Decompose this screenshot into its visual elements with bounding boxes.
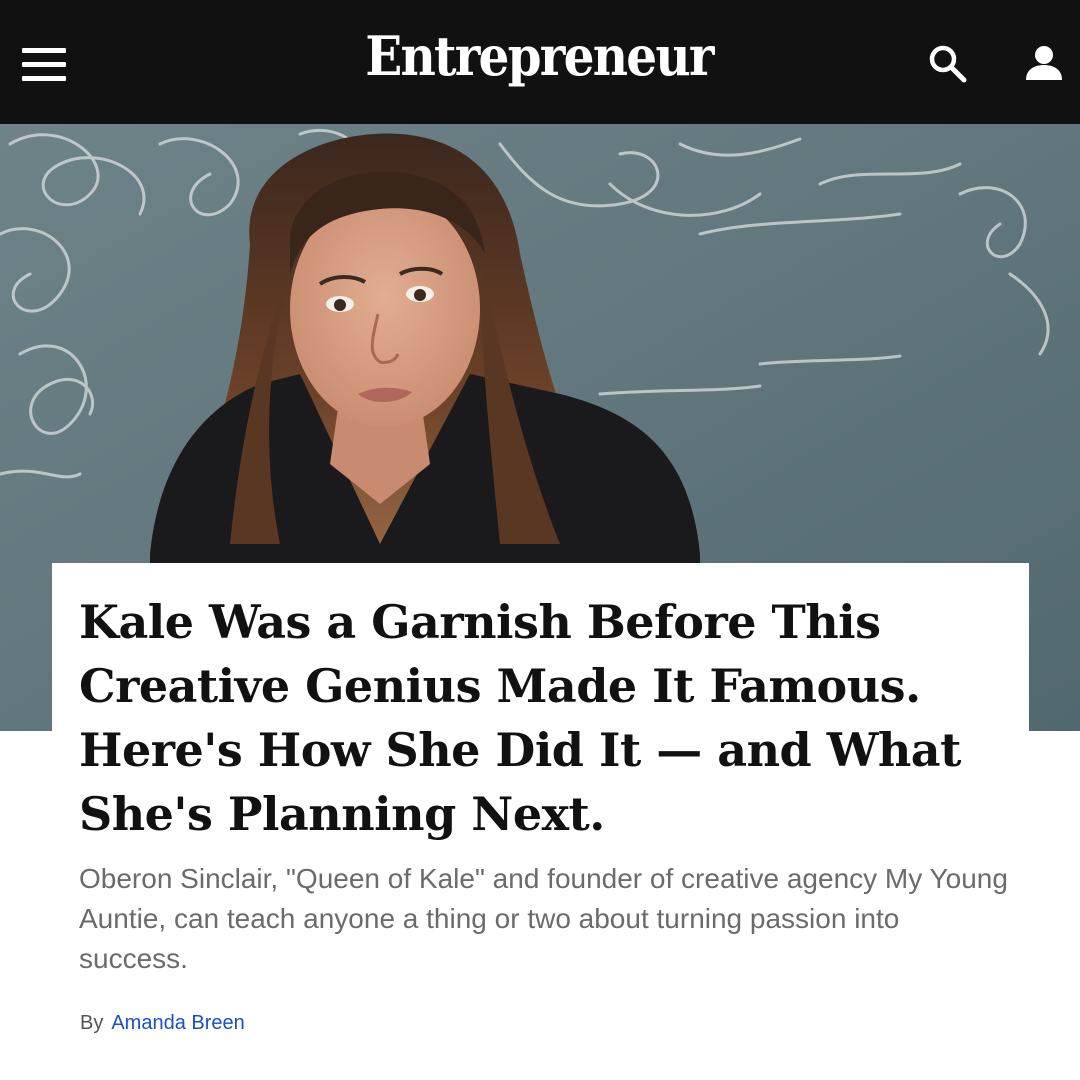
article-dek: Oberon Sinclair, "Queen of Kale" and fou… xyxy=(79,863,1008,974)
byline-prefix: By xyxy=(80,1012,104,1034)
byline: By Amanda Breen xyxy=(80,1010,245,1036)
search-icon[interactable] xyxy=(926,42,970,86)
article-headline: Kale Was a Garnish Before This Creative … xyxy=(79,595,961,841)
site-header: Entrepreneur xyxy=(0,0,1080,124)
article-page: Entrepreneur Kale Was a Garnish Before T… xyxy=(0,0,1080,1080)
site-logo[interactable]: Entrepreneur xyxy=(53,24,1025,88)
author-link[interactable]: Amanda Breen xyxy=(111,1012,244,1034)
user-account-icon[interactable] xyxy=(1022,42,1066,86)
